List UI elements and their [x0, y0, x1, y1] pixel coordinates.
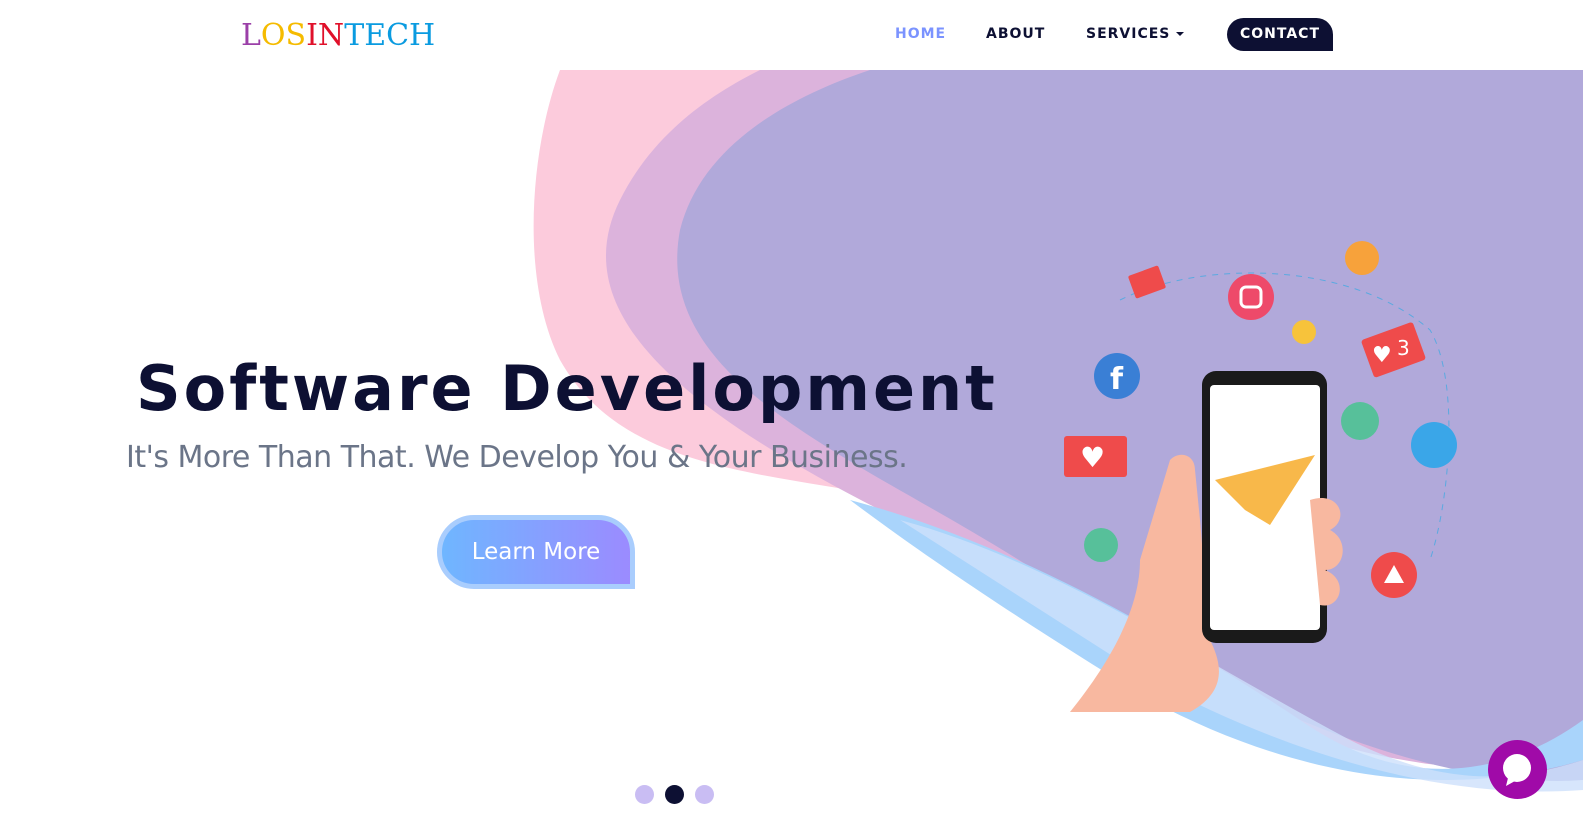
- user-icon: [1292, 320, 1316, 344]
- like-icon: [1341, 402, 1379, 440]
- hero-subtitle: It's More Than That. We Develop You & Yo…: [126, 440, 908, 475]
- chat-widget-button[interactable]: [1488, 740, 1547, 799]
- hand: [1070, 454, 1219, 712]
- twitter-icon: [1411, 422, 1457, 468]
- nav-home[interactable]: HOME: [895, 26, 946, 42]
- carousel-dot-2-active[interactable]: [665, 785, 684, 804]
- phone-illustration: f ♥ ♥ 3: [1064, 241, 1457, 712]
- badge-count: 3: [1397, 336, 1410, 360]
- share-icon: [1345, 241, 1379, 275]
- svg-text:♥: ♥: [1372, 343, 1392, 368]
- logo-letter: OS: [260, 18, 307, 53]
- logo[interactable]: LOSINTECH: [241, 18, 435, 53]
- site-header: LOSINTECH HOME ABOUT SERVICES CONTACT: [0, 0, 1583, 70]
- hero-title: Software Development: [136, 352, 998, 425]
- carousel-dot-3[interactable]: [695, 785, 714, 804]
- carousel-dot-1[interactable]: [635, 785, 654, 804]
- chat-bubble-icon: [1503, 754, 1531, 786]
- logo-letter: TECH: [344, 18, 436, 53]
- like-icon: [1084, 528, 1118, 562]
- svg-text:f: f: [1110, 362, 1124, 397]
- heart-count-badge: [1361, 322, 1426, 378]
- instagram-icon: [1228, 274, 1274, 320]
- logo-letter: IN: [306, 18, 345, 53]
- learn-more-button[interactable]: Learn More: [437, 515, 635, 589]
- caret-down-icon: [1176, 32, 1185, 36]
- contact-button[interactable]: CONTACT: [1227, 18, 1333, 51]
- nav-about[interactable]: ABOUT: [986, 26, 1045, 42]
- logo-letter: L: [241, 18, 261, 53]
- nav-services-label: SERVICES: [1086, 26, 1171, 42]
- nav-services[interactable]: SERVICES: [1086, 26, 1185, 42]
- svg-text:♥: ♥: [1080, 441, 1105, 474]
